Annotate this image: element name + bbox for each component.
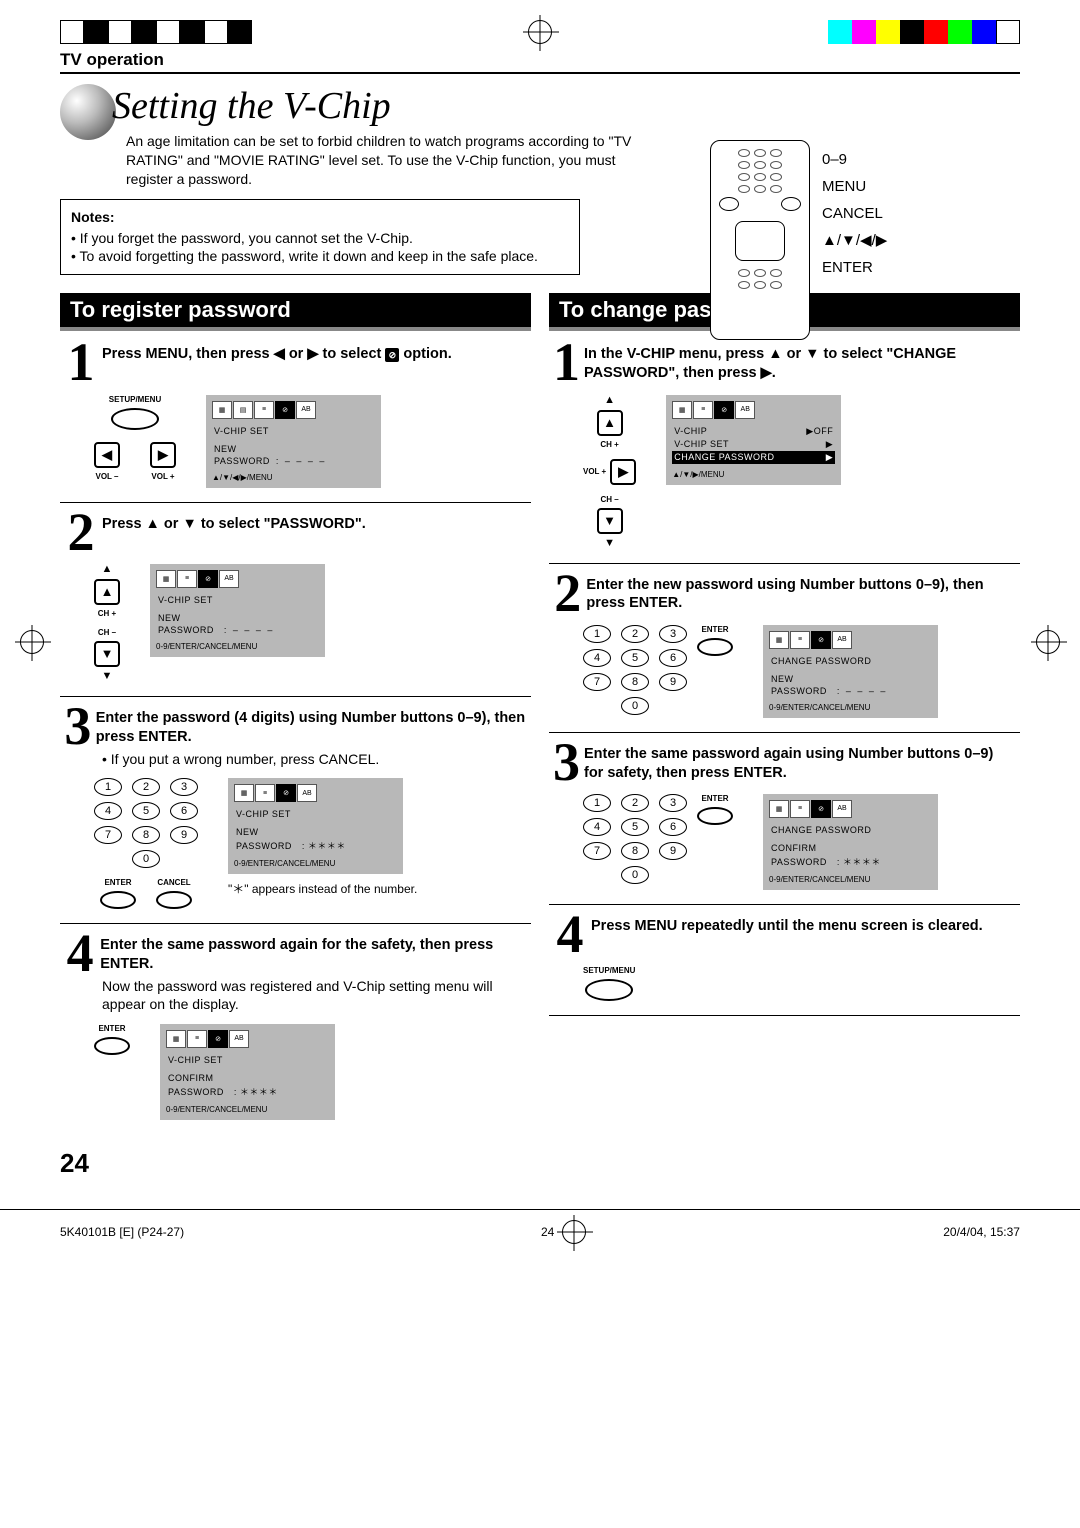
intro-text: An age limitation can be set to forbid c… (126, 132, 646, 189)
step-text: In the V-CHIP menu, press ▲ or ▼ to sele… (584, 341, 1016, 383)
number-keypad-icon: 123 456 789 0 (583, 794, 687, 884)
note-item: To avoid forgetting the password, write … (81, 247, 569, 266)
ch-up-icon: ▲ (94, 579, 120, 605)
title-sphere-icon (60, 84, 116, 140)
osd-screen: ▦≡⊘AB V-CHIP SET NEW PASSWORD : ＊＊＊＊ 0-9… (228, 778, 403, 874)
osd-screen: ▦≡⊘AB CHANGE PASSWORD CONFIRM PASSWORD :… (763, 794, 938, 890)
page-title: Setting the V-Chip (112, 84, 646, 128)
step-text: Enter the new password using Number butt… (586, 572, 1016, 614)
change-step-1: 1 In the V-CHIP menu, press ▲ or ▼ to se… (549, 333, 1020, 563)
footer-timestamp: 20/4/04, 15:37 (943, 1225, 1020, 1239)
step-sub-text: Now the password was registered and V-Ch… (102, 977, 527, 1013)
step-text: Enter the same password again using Numb… (584, 741, 1016, 783)
ch-up-icon: ▲ (597, 410, 623, 436)
keypad-group: 123 456 789 0 ENTER (583, 625, 733, 715)
register-password-column: To register password 1 Press MENU, then … (60, 293, 531, 1133)
remote-body-icon (710, 140, 810, 340)
setup-menu-group: SETUP/MENU (583, 966, 635, 1001)
remote-label-cancel: CANCEL (822, 200, 887, 227)
register-step-2: 2 Press ▲ or ▼ to select "PASSWORD". ▲▲C… (60, 503, 531, 697)
step-number: 1 (553, 341, 580, 384)
registration-mark-bottom (562, 1220, 586, 1244)
remote-label-arrows: ▲/▼/◀/▶ (822, 227, 887, 254)
step-text: Enter the same password again for the sa… (100, 932, 527, 974)
enter-button-icon (94, 1037, 130, 1055)
register-title: To register password (60, 293, 531, 331)
enter-button-icon (697, 807, 733, 825)
section-header: TV operation (60, 50, 1020, 74)
change-password-column: To change password 1 In the V-CHIP menu,… (549, 293, 1020, 1133)
cancel-button-icon (156, 891, 192, 909)
step-text: Press ▲ or ▼ to select "PASSWORD". (102, 511, 366, 534)
step-sub-text: If you put a wrong number, press CANCEL. (111, 751, 379, 767)
step-text: Enter the password (4 digits) using Numb… (96, 705, 527, 747)
step-number: 3 (64, 705, 92, 748)
keypad-group: 123 456 789 0 ENTER (583, 794, 733, 884)
note-item: If you forget the password, you cannot s… (81, 229, 569, 248)
footer-page: 24 (541, 1225, 554, 1239)
vchip-icon: ⊘ (385, 348, 399, 362)
change-step-3: 3 Enter the same password again using Nu… (549, 733, 1020, 905)
number-keypad-icon: 123 456 789 0 (583, 625, 687, 715)
asterisk-note: "＊" appears instead of the number. (228, 880, 417, 897)
ch-buttons: ▲▲CH + CH –▼▼ (94, 564, 120, 682)
step-number: 3 (553, 741, 580, 784)
osd-screen: ▦≡⊘AB V-CHIP SET CONFIRM PASSWORD : ＊＊＊＊… (160, 1024, 335, 1120)
ch-down-icon: ▼ (597, 508, 623, 534)
ch-down-icon: ▼ (94, 641, 120, 667)
osd-screen: ▦≡⊘AB V-CHIP▶OFF V-CHIP SET▶ CHANGE PASS… (666, 395, 841, 485)
register-step-4: 4 Enter the same password again for the … (60, 924, 531, 1134)
number-keypad-icon: 123 456 789 0 (94, 778, 198, 868)
remote-diagram: 0–9 MENU CANCEL ▲/▼/◀/▶ ENTER (710, 140, 1010, 340)
page-number: 24 (60, 1148, 1020, 1179)
vol-up-icon: ▶ (610, 459, 636, 485)
enter-button-icon (697, 638, 733, 656)
keypad-group: 123 456 789 0 ENTER CANCEL (94, 778, 198, 909)
remote-label-enter: ENTER (822, 254, 887, 281)
notes-heading: Notes: (71, 208, 569, 227)
step-number: 4 (64, 932, 96, 975)
step-text: Press MENU repeatedly until the menu scr… (591, 913, 983, 936)
osd-screen: ▦▤≡⊘AB V-CHIP SET NEW PASSWORD : – – – –… (206, 395, 381, 488)
footer-doc-id: 5K40101B [E] (P24-27) (60, 1225, 184, 1239)
step-number: 2 (553, 572, 582, 615)
step-text: Press MENU, then press ◀ or ▶ to select … (102, 341, 452, 364)
step-number: 4 (553, 913, 587, 956)
osd-screen: ▦≡⊘AB CHANGE PASSWORD NEW PASSWORD : – –… (763, 625, 938, 718)
change-step-2: 2 Enter the new password using Number bu… (549, 564, 1020, 733)
step-number: 2 (64, 511, 98, 554)
enter-button-group: ENTER (94, 1024, 130, 1055)
enter-button-icon (100, 891, 136, 909)
remote-setup-group: SETUP/MENU ◀VOL – ▶VOL + (94, 395, 176, 481)
vol-down-icon: ◀ (94, 442, 120, 468)
vol-up-icon: ▶ (150, 442, 176, 468)
step-number: 1 (64, 341, 98, 384)
notes-box: Notes: If you forget the password, you c… (60, 199, 580, 276)
osd-screen: ▦≡⊘AB V-CHIP SET NEW PASSWORD : – – – – … (150, 564, 325, 657)
remote-label-menu: MENU (822, 173, 887, 200)
register-step-1: 1 Press MENU, then press ◀ or ▶ to selec… (60, 333, 531, 502)
setup-menu-button-icon (585, 979, 633, 1001)
setup-menu-button-icon (111, 408, 159, 430)
footer: 5K40101B [E] (P24-27) 24 20/4/04, 15:37 (0, 1209, 1080, 1284)
remote-label-numbers: 0–9 (822, 146, 887, 173)
nav-buttons: ▲▲CH + VOL +▶ CH –▼▼ (583, 395, 636, 549)
change-step-4: 4 Press MENU repeatedly until the menu s… (549, 905, 1020, 1016)
register-step-3: 3 Enter the password (4 digits) using Nu… (60, 697, 531, 924)
